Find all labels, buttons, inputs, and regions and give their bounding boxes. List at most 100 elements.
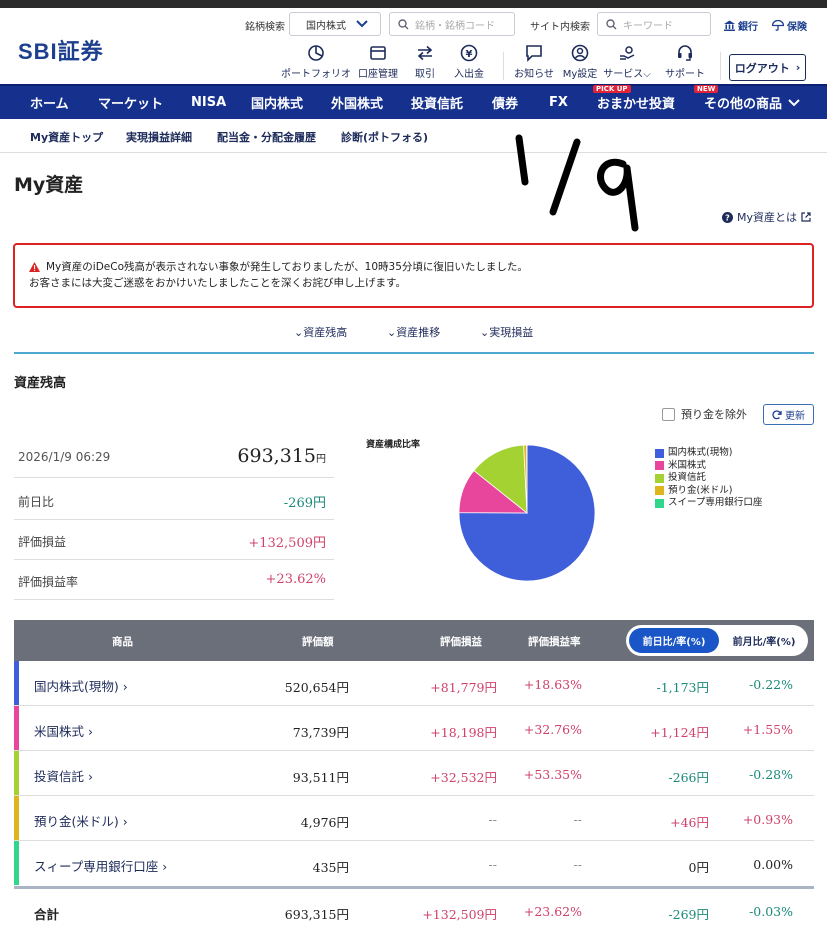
bank-link-label: 銀行 [738,22,758,33]
site-search-input[interactable]: キーワード [597,12,711,36]
support-icon [678,45,692,61]
nav-robo-advisor[interactable]: PICK UP おまかせ投資 [593,85,676,119]
site-header: SBI証券 銘柄検索 国内株式 銘柄・銘柄コード サイト内検索 キーワード 銀行… [0,8,827,83]
anchor-realized-pl-label: 実現損益 [489,326,534,339]
sub-nav: My資産トップ 実現損益詳細 配当金・分配金履歴 診断(ポトフォる) [0,119,827,153]
help-link-label: My資産とは [737,211,798,224]
refresh-label: 更新 [785,411,805,422]
nav-nisa[interactable]: NISA [191,86,226,119]
row-product-link[interactable]: 預り金(米ドル) › [34,811,128,830]
logout-button[interactable]: ログアウト › [729,54,806,81]
umbrella-icon [772,20,784,31]
external-link-icon [801,212,811,222]
handwritten-date-note [515,134,639,232]
refresh-button[interactable]: 更新 [763,404,814,425]
anchor-realized-pl[interactable]: ⌄実現損益 [480,324,533,340]
summary-datetime: 2026/1/9 06:29 [18,450,111,464]
row-product-link[interactable]: 国内株式(現物) › [34,676,128,695]
row-pl: -- [488,857,497,872]
row-day-change: -266円 [668,770,709,785]
row-day-change-rate: -0.28% [749,767,793,782]
chevron-down-icon: ⌄ [294,326,304,339]
legend-item: 預り金(米ドル) [655,485,762,498]
subnav-realized-pl[interactable]: 実現損益詳細 [126,129,192,145]
new-badge: NEW [694,85,719,93]
legend-label: 米国株式 [668,459,707,471]
nav-market[interactable]: マーケット [98,86,163,119]
nav-other-products-label: その他の商品 [704,97,783,112]
row-color-bar [14,706,19,750]
nav-foreign-stocks[interactable]: 外国株式 [331,86,383,119]
checkbox-box[interactable] [662,407,675,421]
header-pl: 評価損益 [440,636,482,648]
exclude-deposit-checkbox[interactable]: 預り金を除外 [662,406,747,422]
summary-label-plr: 評価損益率 [18,575,79,589]
subnav-diagnosis[interactable]: 診断(ポトフォる) [341,129,428,145]
row-pl: -- [488,812,497,827]
row-product-name: 米国株式 [34,724,85,739]
anchor-asset-trend-label: 資産推移 [396,326,441,339]
header-nav-support[interactable]: サポート [650,44,720,80]
search-icon [398,18,409,29]
site-search-label: サイト内検索 [530,22,590,33]
sbi-logo[interactable]: SBI証券 [18,34,104,66]
bank-link[interactable]: 銀行 [724,18,758,33]
row-color-bar [14,661,19,705]
page-title: My資産 [14,174,84,196]
row-value: 435円 [312,860,349,875]
insurance-link[interactable]: 保険 [772,18,807,33]
row-day-change-rate: +1.55% [742,722,793,737]
nav-domestic-stocks[interactable]: 国内株式 [251,86,303,119]
summary-total-number: 693,315 [237,445,316,467]
subnav-dividend-history[interactable]: 配当金・分配金履歴 [217,129,316,145]
market-select[interactable]: 国内株式 [289,12,381,36]
chevron-right-icon: › [795,61,801,74]
header-nav-deposit[interactable]: ¥ 入出金 [434,44,504,80]
row-product-name: 投資信託 [34,769,85,784]
pie-legend: 国内株式(現物) 米国株式 投資信託 預り金(米ドル) スイープ専用銀行口座 [655,447,762,510]
browser-top-strip [0,0,827,8]
warning-icon [29,262,40,272]
help-link[interactable]: ? My資産とは [722,209,811,225]
stock-search-input[interactable]: 銘柄・銘柄コード [389,12,515,36]
header-divider [720,52,721,80]
row-plr: +18.63% [523,677,582,692]
refresh-icon [772,409,782,419]
svg-text:?: ? [725,213,730,222]
row-product-link[interactable]: 米国株式 › [34,721,93,740]
toggle-day-change[interactable]: 前日比/率(%) [629,628,719,653]
anchor-asset-trend[interactable]: ⌄資産推移 [387,324,440,340]
legend-swatch [655,498,664,508]
nav-robo-advisor-label: おまかせ投資 [597,97,676,112]
row-day-change: +46円 [670,815,709,830]
nav-other-products[interactable]: NEW その他の商品 [694,85,800,119]
row-product-link[interactable]: 投資信託 › [34,766,93,785]
total-day-change: -269円 [668,907,709,922]
summary-row: 評価損益率 +23.62% [14,560,334,600]
nav-fx[interactable]: FX [549,86,568,119]
row-day-change: +1,124円 [650,725,709,740]
row-plr: +32.76% [523,722,582,737]
row-pl: +18,198円 [430,725,497,740]
row-plr: +53.35% [523,767,582,782]
row-value: 93,511円 [292,770,349,785]
subnav-my-assets-top[interactable]: My資産トップ [30,129,103,145]
question-icon: ? [722,211,733,223]
total-plr: +23.62% [523,904,582,919]
toggle-month-change[interactable]: 前月比/率(%) [722,628,806,653]
legend-swatch [655,486,664,496]
section-title: 資産残高 [14,376,67,391]
account-icon [370,46,386,60]
anchor-asset-balance[interactable]: ⌄資産残高 [294,324,347,340]
nav-bonds[interactable]: 債券 [492,86,518,119]
nav-home[interactable]: ホーム [30,86,69,119]
summary-value-daychange: -269円 [283,496,326,511]
row-pl: +81,779円 [430,680,497,695]
table-row: 米国株式 › 73,739円 +18,198円 +32.76% +1,124円 … [14,706,814,751]
legend-label: スイープ専用銀行口座 [668,497,763,508]
row-product-link[interactable]: スィープ専用銀行口座 › [34,856,167,875]
header-nav-portfolio[interactable]: ポートフォリオ [281,44,351,80]
stock-search-label: 銘柄検索 [245,22,285,33]
nav-mutual-funds[interactable]: 投資信託 [411,86,463,119]
asset-pie-chart [458,444,596,582]
